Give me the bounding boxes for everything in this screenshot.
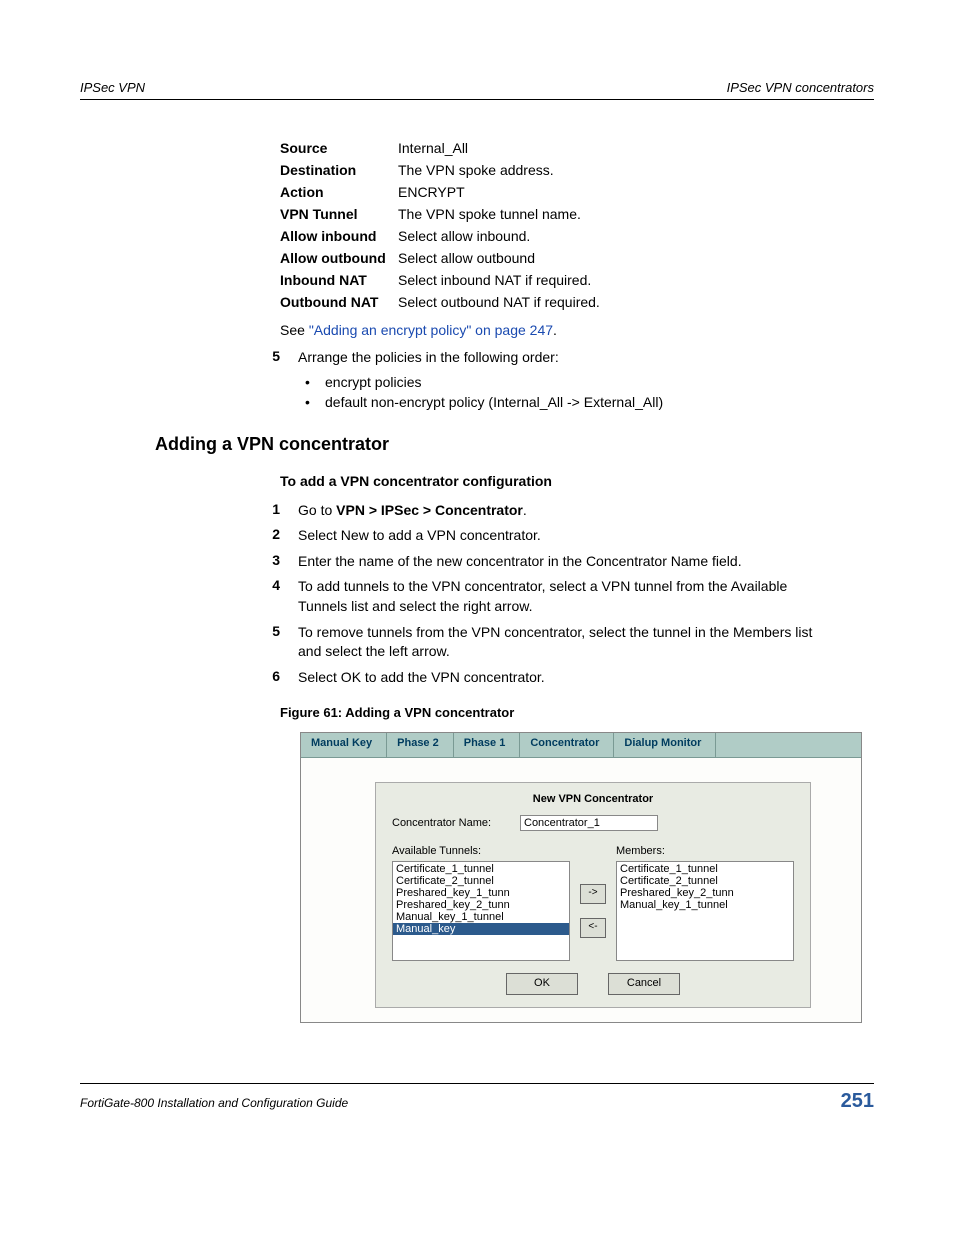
list-item[interactable]: Certificate_1_tunnel [617,863,793,875]
list-item[interactable]: Manual_key_1_tunnel [617,899,793,911]
def-value: Select inbound NAT if required. [398,272,591,288]
def-label: Destination [280,162,398,178]
figure-caption: Figure 61: Adding a VPN concentrator [280,705,874,720]
header-rule [80,99,874,100]
step-number: 3 [250,552,280,572]
step-number: 1 [250,501,280,521]
bullet-list: •encrypt policies•default non-encrypt po… [305,374,874,410]
list-item[interactable]: Certificate_2_tunnel [393,875,569,887]
figure-screenshot: Manual KeyPhase 2Phase 1ConcentratorDial… [300,732,862,1023]
def-value: Internal_All [398,140,468,156]
def-value: Select outbound NAT if required. [398,294,600,310]
step-text: To add tunnels to the VPN concentrator, … [298,577,874,616]
step-text: Select New to add a VPN concentrator. [298,526,874,546]
footer-doc-title: FortiGate-800 Installation and Configura… [80,1096,348,1110]
section-heading: Adding a VPN concentrator [155,434,874,455]
def-label: Outbound NAT [280,294,398,310]
move-left-button[interactable]: <- [580,918,606,938]
bullet-text: encrypt policies [325,374,422,390]
def-label: Allow outbound [280,250,398,266]
cancel-button[interactable]: Cancel [608,973,680,995]
list-item[interactable]: Manual_key_1_tunnel [393,911,569,923]
available-listbox[interactable]: Certificate_1_tunnelCertificate_2_tunnel… [392,861,570,961]
header-right: IPSec VPN concentrators [727,80,874,95]
list-item[interactable]: Preshared_key_2_tunn [617,887,793,899]
definition-table: SourceInternal_AllDestinationThe VPN spo… [280,140,874,310]
def-label: Action [280,184,398,200]
ok-button[interactable]: OK [506,973,578,995]
def-value: Select allow inbound. [398,228,530,244]
concentrator-name-input[interactable]: Concentrator_1 [520,815,658,831]
tab-concentrator[interactable]: Concentrator [520,733,614,757]
available-label: Available Tunnels: [392,845,570,857]
def-value: The VPN spoke tunnel name. [398,206,581,222]
sub-heading: To add a VPN concentrator configuration [280,473,874,489]
step-text: To remove tunnels from the VPN concentra… [298,623,874,662]
see-line: See "Adding an encrypt policy" on page 2… [280,322,874,338]
move-right-button[interactable]: -> [580,884,606,904]
members-label: Members: [616,845,794,857]
step-number: 5 [250,348,280,368]
step-text: Go to VPN > IPSec > Concentrator. [298,501,874,521]
step-number: 6 [250,668,280,688]
list-item[interactable]: Preshared_key_1_tunn [393,887,569,899]
step-number: 2 [250,526,280,546]
list-item[interactable]: Preshared_key_2_tunn [393,899,569,911]
def-label: Allow inbound [280,228,398,244]
step-text: Arrange the policies in the following or… [298,348,874,368]
def-value: ENCRYPT [398,184,465,200]
step-text: Select OK to add the VPN concentrator. [298,668,874,688]
header-left: IPSec VPN [80,80,145,95]
panel-title: New VPN Concentrator [392,793,794,805]
link-encrypt-policy[interactable]: "Adding an encrypt policy" on page 247 [309,322,553,338]
step-text: Enter the name of the new concentrator i… [298,552,874,572]
list-item[interactable]: Certificate_2_tunnel [617,875,793,887]
list-item[interactable]: Manual_key [393,923,569,935]
tab-manual-key[interactable]: Manual Key [301,733,387,757]
list-item[interactable]: Certificate_1_tunnel [393,863,569,875]
bullet-text: default non-encrypt policy (Internal_All… [325,394,663,410]
tab-phase-1[interactable]: Phase 1 [454,733,521,757]
page-number: 251 [841,1090,874,1113]
tab-dialup-monitor[interactable]: Dialup Monitor [614,733,716,757]
tab-phase-2[interactable]: Phase 2 [387,733,454,757]
concentrator-name-label: Concentrator Name: [392,817,520,829]
def-label: Source [280,140,398,156]
step-number: 4 [250,577,280,616]
def-value: Select allow outbound [398,250,535,266]
def-label: Inbound NAT [280,272,398,288]
members-listbox[interactable]: Certificate_1_tunnelCertificate_2_tunnel… [616,861,794,961]
def-label: VPN Tunnel [280,206,398,222]
def-value: The VPN spoke address. [398,162,554,178]
step-number: 5 [250,623,280,662]
